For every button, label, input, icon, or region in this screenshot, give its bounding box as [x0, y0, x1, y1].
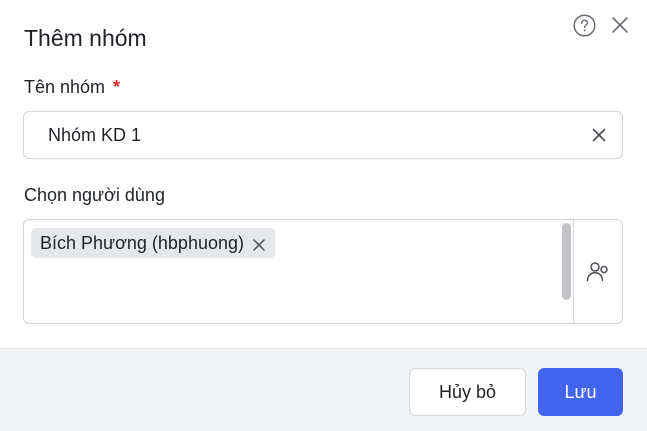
- required-mark: *: [113, 77, 121, 97]
- group-name-label-text: Tên nhóm: [24, 77, 106, 97]
- group-name-label: Tên nhóm *: [24, 76, 120, 98]
- clear-icon[interactable]: [591, 127, 607, 143]
- dialog-title: Thêm nhóm: [24, 25, 147, 51]
- save-button[interactable]: Lưu: [538, 368, 623, 416]
- close-icon[interactable]: [609, 14, 631, 36]
- user-tag: Bích Phương (hbphuong): [31, 228, 275, 258]
- remove-tag-icon[interactable]: [252, 236, 266, 251]
- cancel-button[interactable]: Hủy bỏ: [409, 368, 526, 416]
- pick-users-button[interactable]: [574, 220, 622, 323]
- users-label: Chọn người dùng: [24, 185, 165, 205]
- help-icon[interactable]: [573, 14, 596, 37]
- users-icon: [586, 261, 608, 281]
- group-name-field: [23, 111, 623, 159]
- users-select-field[interactable]: Bích Phương (hbphuong): [23, 219, 623, 324]
- group-name-input[interactable]: [48, 124, 588, 146]
- add-group-dialog: Thêm nhóm Tên nhóm * Chọn người dùng Bích…: [0, 0, 647, 431]
- dialog-footer: Hủy bỏ Lưu: [0, 348, 647, 431]
- user-tag-label: Bích Phương (hbphuong): [40, 232, 244, 253]
- users-scrollbar[interactable]: [562, 223, 571, 300]
